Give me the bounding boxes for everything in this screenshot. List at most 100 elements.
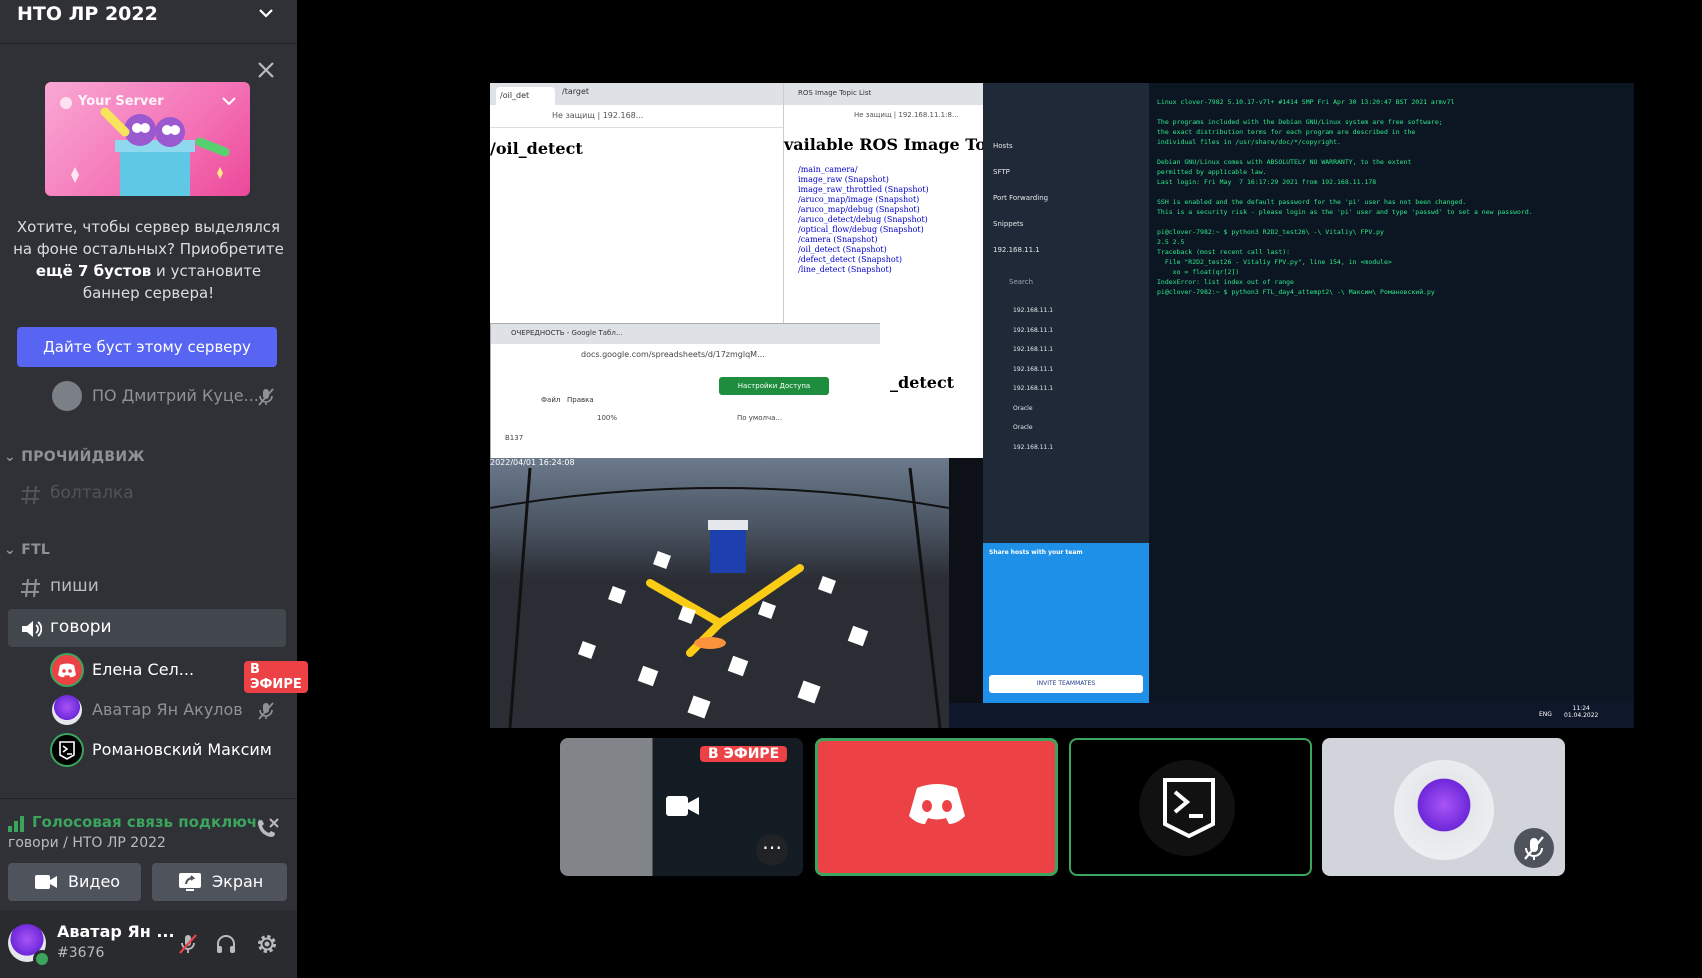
boost-text-part: Хотите, чтобы сервер выделялся на фоне о… [13,218,284,258]
ros-topic: image_raw_throttled (Snapshot) [798,185,929,194]
browser-tab: /oil_det [496,87,555,105]
promo-title: Share hosts with your team [989,549,1083,556]
font-select: По умолча... [737,414,783,422]
avatar [1394,760,1494,860]
ssh-host: 192.168.11.1 [1013,385,1054,392]
mic-muted-icon[interactable] [176,932,200,956]
headphones-icon[interactable] [214,932,238,956]
termius-sidebar: Hosts SFTP Port Forwarding Snippets 192.168.… [983,83,1149,703]
chevron-down-icon: ⌄ [4,542,22,558]
channel-sidebar: НТО ЛР 2022 Your Server Хотите, чтобы се… [0,0,308,978]
mic-muted-icon [258,702,274,720]
terminal-line: Last login: Fri May 7 16:17:29 2021 from… [1157,178,1377,186]
windows-taskbar: ENG 11:24 01.04.2022 [949,703,1634,728]
category-header[interactable]: ⌄ FTL [4,542,50,558]
user-panel: Аватар Ян ... #3676 [0,910,297,978]
browser-tab: ОЧЕРЕДНОСТЬ - Google Табл... [511,329,623,337]
member-name: Елена Сел... [92,660,195,679]
boost-server-button[interactable]: Дайте буст этому серверу [17,327,277,367]
terminal-line: Traceback (most recent call last): [1157,248,1291,256]
ros-topic: /line_detect (Snapshot) [798,265,892,274]
chevron-down-icon [259,9,273,18]
ssh-host: 192.168.11.1 [1013,326,1054,334]
online-status-dot [33,950,51,968]
screen-share-stream[interactable]: /oil_det /target Не защищ | 192.168... /… [490,83,1634,728]
ssh-nav-item: Hosts [993,142,1013,150]
ros-topic: /aruco_detect/debug (Snapshot) [798,215,928,224]
channel-name: пиши [50,576,99,596]
menu-item: Правка [567,396,594,404]
tile-akulov[interactable] [1322,738,1565,876]
video-button[interactable]: Видео [8,863,141,901]
terminal-line: xo = float(qr[2]) [1157,268,1240,276]
page-heading: _detect [890,373,955,392]
live-badge: В ЭФИРЕ [244,661,308,693]
browser-tab: ROS Image Topic List [798,89,872,97]
cell-reference: B137 [505,434,524,442]
ssh-host: 192.168.11.1 [1013,346,1054,353]
more-options-icon[interactable]: ⋯ [756,834,788,866]
chevron-down-icon: ⌄ [4,449,22,465]
text-channel-icon [21,578,40,598]
close-icon[interactable] [254,58,278,82]
terminal-line: The programs included with the Debian GN… [1157,118,1443,126]
ssh-nav-item: 192.168.11.1 [993,246,1040,254]
ssh-host-list: 192.168.11.1 192.168.11.1 192.168.11.1 192.… [1013,301,1053,457]
discord-logo-icon [909,784,965,824]
boost-description: Хотите, чтобы сервер выделялся на фоне о… [10,216,287,304]
screen-share-button[interactable]: Экран [152,863,287,901]
menu-item: Файл [541,396,561,404]
voice-member[interactable]: ПО Дмитрий Куце... [52,379,282,413]
member-name: Романовский Максим [92,740,272,759]
terminal-line: SSH is enabled and the default password … [1157,198,1467,206]
channel-govori[interactable]: говори [8,609,286,647]
channel-pishi[interactable]: пиши [8,568,286,606]
member-name: ПО Дмитрий Куце... [92,386,259,405]
ros-topic: /camera (Snapshot) [798,235,878,244]
browser-tab: /target [562,87,590,96]
voice-member[interactable]: Романовский Максим [52,733,282,767]
server-header[interactable]: НТО ЛР 2022 [0,0,297,44]
terminal-line: Linux clover-7982 5.10.17-v7l+ #1414 SMP… [1157,98,1455,106]
channel-bolta[interactable]: болталка [8,475,286,513]
tile-romanovsky[interactable] [1069,738,1312,876]
server-name: НТО ЛР 2022 [17,3,158,25]
member-name: Аватар Ян Акулов [92,700,243,719]
boost-text-bold: ещё 7 бустов [35,262,152,280]
settings-gear-icon[interactable] [255,932,279,956]
live-badge: В ЭФИРЕ [700,746,788,762]
avatar [52,735,82,765]
tile-stream-preview[interactable]: В ЭФИРЕ ⋯ [560,738,803,876]
user-name[interactable]: Аватар Ян ... [57,922,175,941]
avatar [52,655,82,685]
terminal-line: pi@clover-7982:~ $ python3 FTL_day4_atte… [1157,288,1435,296]
browser-window-oil: /oil_det /target Не защищ | 192.168... /… [490,83,784,323]
terminal-output: Linux clover-7982 5.10.17-v7l+ #1414 SMP… [1157,97,1533,297]
ssh-nav: Hosts SFTP Port Forwarding Snippets 192.168.… [993,133,1048,263]
not-secure-label: Не защищ [552,111,595,120]
tile-elena[interactable] [815,738,1058,876]
voice-member[interactable]: Аватар Ян Акулов [52,693,282,727]
avatar [52,695,82,725]
ssh-host: Oracle [1013,404,1033,412]
ros-topic: /optical_flow/debug (Snapshot) [798,225,924,234]
voice-location[interactable]: говори / НТО ЛР 2022 [8,835,166,851]
banner-art [71,97,236,196]
terminal-line: 2.5 2.5 [1157,238,1185,246]
voice-member[interactable]: Елена Сел... В ЭФИРЕ [52,653,308,693]
ros-topic: image_raw (Snapshot) [798,175,889,184]
signal-icon [8,816,24,832]
channel-name: болталка [50,483,134,503]
discord-logo-icon [58,663,76,678]
category-header[interactable]: ⌄ ПРОЧИЙДВИЖ [4,449,145,465]
zoom-level: 100% [597,414,618,422]
disconnect-icon[interactable] [254,815,280,841]
speaker-icon [22,621,42,637]
terminal-line: This is a security risk - please login a… [1157,208,1533,216]
voice-status[interactable]: Голосовая связь подключена [32,813,260,831]
share-button: Настройки Доступа [719,377,829,395]
taskbar-date: 01.04.2022 [1564,712,1599,719]
screen-label: Экран [212,872,264,891]
